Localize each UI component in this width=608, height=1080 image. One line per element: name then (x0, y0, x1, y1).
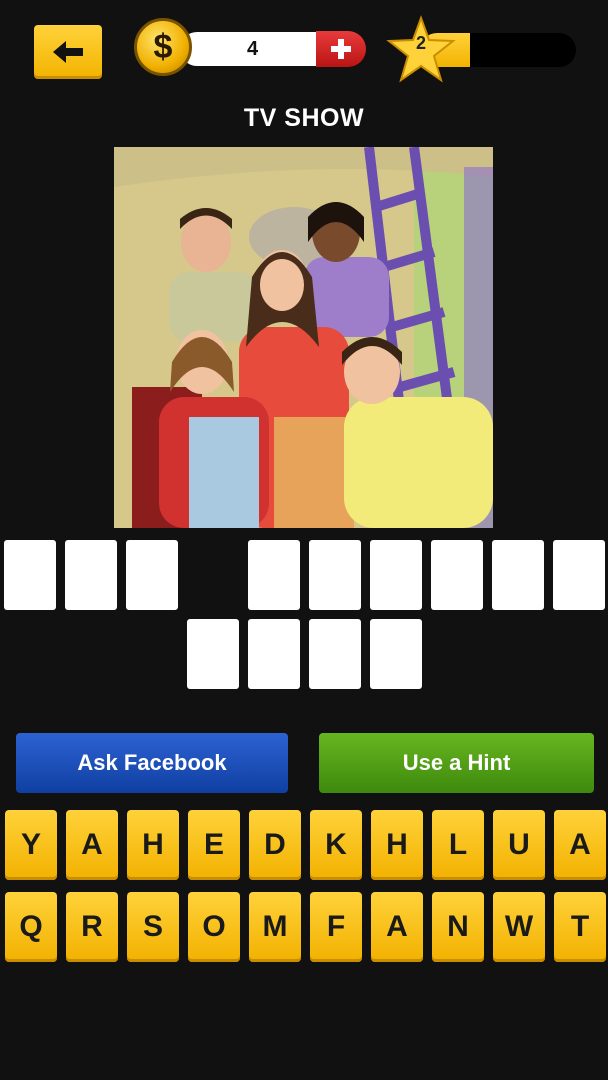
answer-slot[interactable] (187, 619, 239, 689)
letter-key[interactable]: L (432, 810, 484, 880)
letter-key[interactable]: D (249, 810, 301, 880)
answer-slot[interactable] (370, 540, 422, 610)
puzzle-photo (114, 147, 493, 528)
plus-icon (331, 39, 351, 59)
answer-slot[interactable] (4, 540, 56, 610)
letter-key[interactable]: A (554, 810, 606, 880)
letter-key[interactable]: Y (5, 810, 57, 880)
level-number: 2 (415, 33, 426, 53)
letter-key[interactable]: A (66, 810, 118, 880)
letter-key[interactable]: E (188, 810, 240, 880)
letter-key[interactable]: Q (5, 892, 57, 962)
answer-slot[interactable] (309, 619, 361, 689)
letter-key[interactable]: O (188, 892, 240, 962)
letter-key[interactable]: A (371, 892, 423, 962)
left-arrow-icon (53, 41, 83, 63)
letter-key[interactable]: R (66, 892, 118, 962)
add-coins-button[interactable] (316, 31, 366, 67)
use-hint-button[interactable]: Use a Hint (319, 733, 594, 793)
letter-key[interactable]: U (493, 810, 545, 880)
answer-slot[interactable] (309, 540, 361, 610)
letter-key[interactable]: N (432, 892, 484, 962)
answer-slot[interactable] (553, 540, 605, 610)
answer-slot[interactable] (126, 540, 178, 610)
ask-facebook-button[interactable]: Ask Facebook (16, 733, 288, 793)
letter-key[interactable]: K (310, 810, 362, 880)
letter-key[interactable]: S (127, 892, 179, 962)
letter-key[interactable]: W (493, 892, 545, 962)
back-button[interactable] (34, 25, 102, 79)
answer-slot[interactable] (431, 540, 483, 610)
coin-count: 4 (246, 38, 259, 60)
letter-key[interactable]: F (310, 892, 362, 962)
coin-icon: $ (134, 18, 192, 76)
answer-slot[interactable] (65, 540, 117, 610)
category-title: TV SHOW (243, 104, 365, 132)
letter-key[interactable]: T (554, 892, 606, 962)
answer-slot[interactable] (248, 619, 300, 689)
answer-slot[interactable] (248, 540, 300, 610)
answer-slot[interactable] (370, 619, 422, 689)
letter-key[interactable]: H (371, 810, 423, 880)
answer-slot[interactable] (492, 540, 544, 610)
letter-key[interactable]: H (127, 810, 179, 880)
letter-key[interactable]: M (249, 892, 301, 962)
